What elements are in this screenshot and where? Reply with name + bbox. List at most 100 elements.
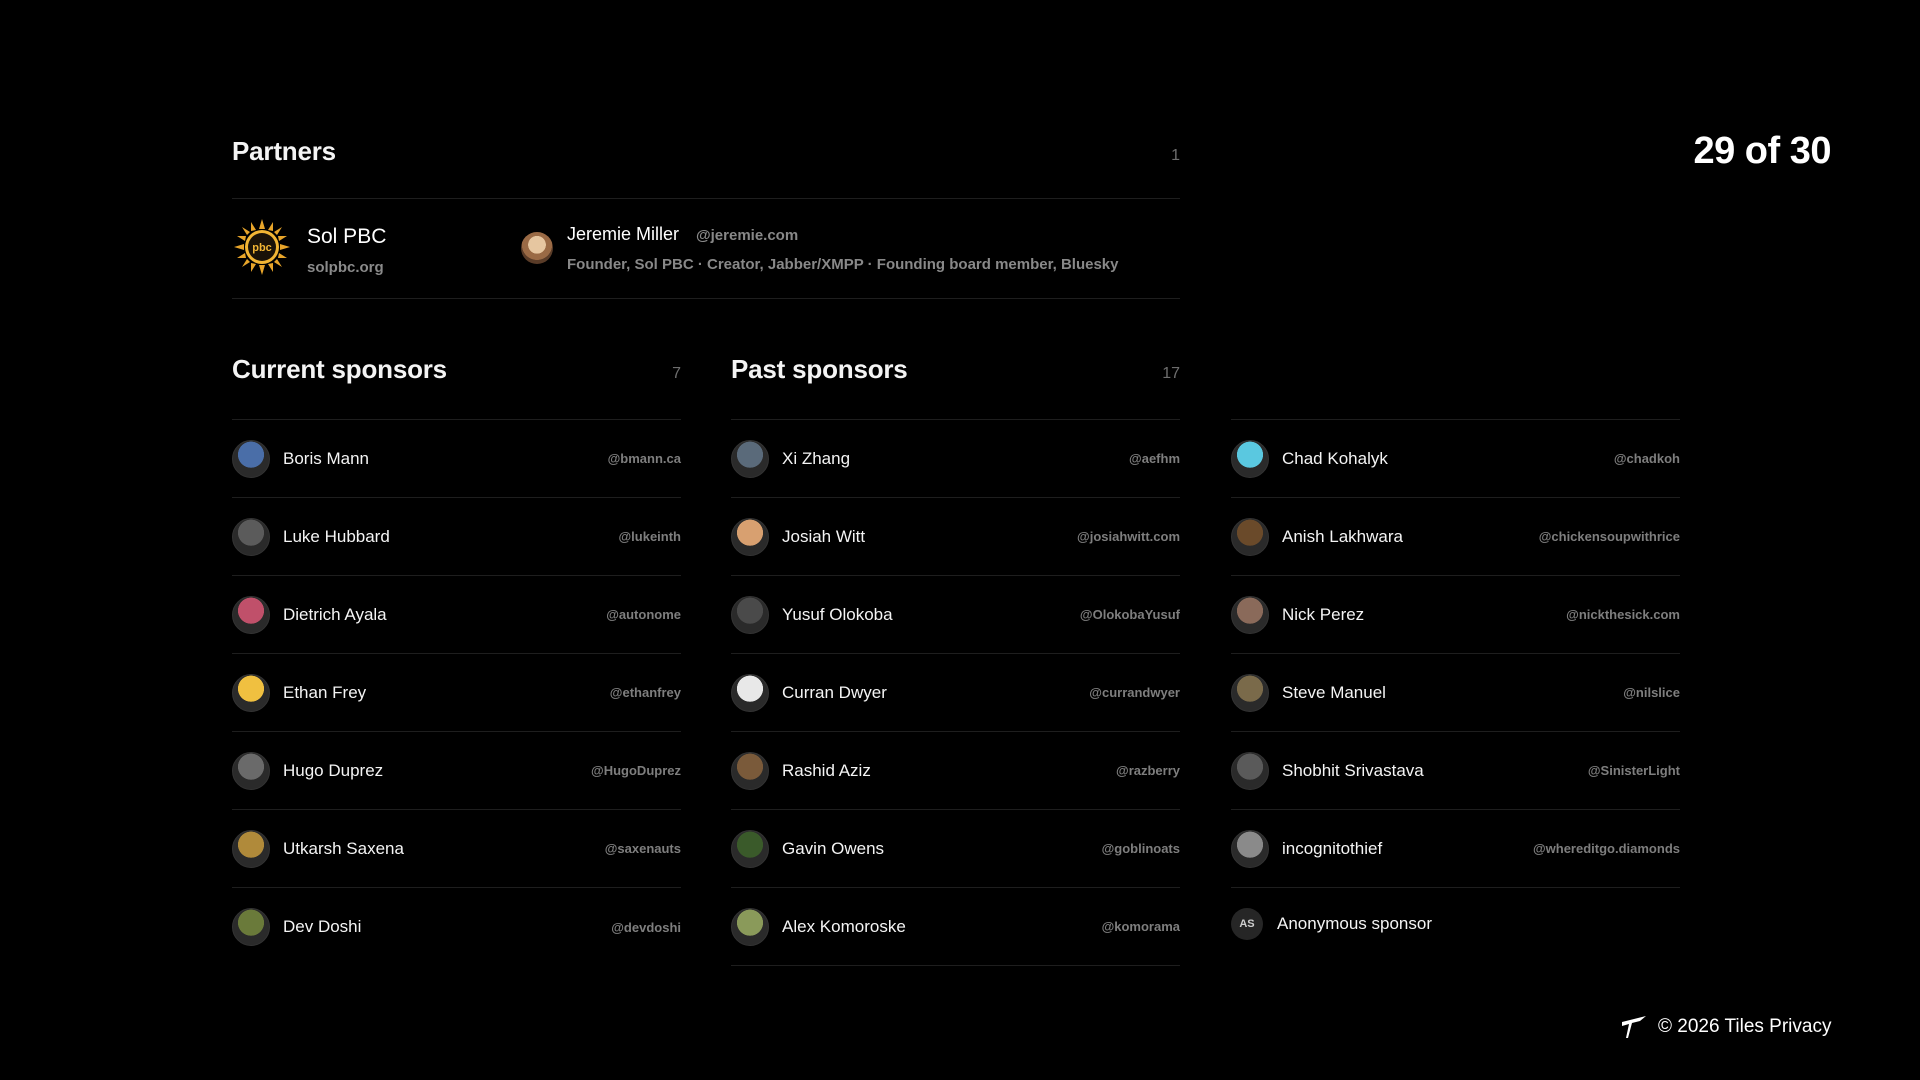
avatar: [731, 595, 769, 634]
avatar: [232, 751, 270, 790]
avatar: [731, 829, 769, 868]
sponsor-row[interactable]: Hugo Duprez @HugoDuprez: [232, 732, 681, 810]
sponsor-name: Boris Mann: [283, 448, 369, 468]
svg-text:pbc: pbc: [252, 242, 272, 254]
current-sponsors-list: Boris Mann @bmann.ca Luke Hubbard @lukeinth…: [232, 419, 681, 966]
sponsor-row[interactable]: Josiah Witt @josiahwitt.com: [731, 498, 1180, 576]
sponsor-handle[interactable]: @chickensoupwithrice: [1539, 529, 1680, 544]
sponsor-row[interactable]: incognitothief @whereditgo.diamonds: [1231, 810, 1680, 888]
sponsor-row[interactable]: Yusuf Olokoba @OlokobaYusuf: [731, 576, 1180, 654]
partner-person-name: Jeremie Miller: [567, 224, 680, 244]
sponsor-handle[interactable]: @komorama: [1102, 919, 1180, 934]
sponsor-handle[interactable]: @josiahwitt.com: [1077, 529, 1180, 544]
avatar: [1231, 595, 1269, 634]
sponsor-name: Anonymous sponsor: [1277, 914, 1432, 933]
avatar: [731, 673, 769, 712]
avatar-initials: AS: [1231, 908, 1263, 940]
sponsor-name: Utkarsh Saxena: [283, 838, 404, 858]
sol-pbc-logo-icon: pbc: [234, 219, 290, 275]
sponsor-name: Steve Manuel: [1282, 682, 1386, 702]
sponsor-name: incognitothief: [1282, 838, 1383, 858]
sponsor-name: Dev Doshi: [283, 917, 362, 936]
sponsor-row[interactable]: Steve Manuel @nilslice: [1231, 654, 1680, 732]
avatar: [1231, 517, 1269, 556]
sponsor-handle[interactable]: @devdoshi: [611, 920, 681, 935]
sponsor-name: Hugo Duprez: [283, 760, 384, 780]
sponsor-name: Shobhit Srivastava: [1282, 760, 1424, 780]
sponsor-row[interactable]: Luke Hubbard @lukeinth: [232, 498, 681, 576]
avatar: [1231, 439, 1269, 478]
sponsor-handle[interactable]: @bmann.ca: [608, 451, 681, 466]
page-counter: 29 of 30: [1693, 130, 1831, 172]
sponsor-row[interactable]: Boris Mann @bmann.ca: [232, 420, 681, 498]
sponsor-name: Ethan Frey: [283, 682, 367, 702]
copyright-text: © 2026 Tiles Privacy: [1658, 1016, 1832, 1037]
sponsor-row[interactable]: Nick Perez @nickthesick.com: [1231, 576, 1680, 654]
sponsor-handle[interactable]: @nickthesick.com: [1566, 607, 1680, 622]
partners-header: Partners 1: [232, 136, 1180, 167]
sponsor-name: Xi Zhang: [782, 448, 851, 468]
past-sponsors-list-b: Chad Kohalyk @chadkoh Anish Lakhwara @chick…: [1231, 419, 1680, 966]
past-sponsors-header: Past sponsors 17: [731, 354, 1180, 385]
sponsor-handle[interactable]: @ethanfrey: [610, 685, 681, 700]
current-sponsors-header: Current sponsors 7: [232, 354, 681, 385]
avatar: [232, 517, 270, 556]
sponsor-name: Luke Hubbard: [283, 526, 390, 546]
current-sponsors-title: Current sponsors: [232, 354, 447, 384]
sponsor-row[interactable]: Utkarsh Saxena @saxenauts: [232, 810, 681, 888]
sponsor-handle[interactable]: @nilslice: [1623, 685, 1680, 700]
sponsor-handle[interactable]: @OlokobaYusuf: [1080, 607, 1180, 622]
partner-org-name: Sol PBC: [307, 225, 387, 248]
sponsor-row[interactable]: Dietrich Ayala @autonome: [232, 576, 681, 654]
sponsor-name: Gavin Owens: [782, 838, 885, 858]
sponsor-row[interactable]: Chad Kohalyk @chadkoh: [1231, 420, 1680, 498]
sponsor-row[interactable]: Xi Zhang @aefhm: [731, 420, 1180, 498]
sponsor-handle[interactable]: @aefhm: [1129, 451, 1180, 466]
sponsor-name: Josiah Witt: [782, 526, 866, 546]
sponsor-handle[interactable]: @SinisterLight: [1588, 763, 1680, 778]
avatar: [1231, 751, 1269, 790]
sponsor-row[interactable]: Dev Doshi @devdoshi: [232, 888, 681, 966]
current-sponsors-count: 7: [672, 365, 681, 382]
sponsor-handle[interactable]: @razberry: [1116, 763, 1180, 778]
past-sponsors-title: Past sponsors: [731, 354, 908, 384]
sponsor-handle[interactable]: @saxenauts: [605, 841, 681, 856]
sponsor-name: Curran Dwyer: [782, 682, 887, 702]
avatar: [232, 595, 270, 634]
sponsor-row[interactable]: Ethan Frey @ethanfrey: [232, 654, 681, 732]
avatar: [232, 673, 270, 712]
partner-person-bio: Founder, Sol PBC · Creator, Jabber/XMPP …: [567, 256, 1119, 273]
sponsor-name: Nick Perez: [1282, 604, 1365, 624]
sponsor-handle[interactable]: @whereditgo.diamonds: [1533, 841, 1680, 856]
sponsor-row[interactable]: Rashid Aziz @razberry: [731, 732, 1180, 810]
sponsor-name: Dietrich Ayala: [283, 604, 387, 624]
sponsor-row[interactable]: Shobhit Srivastava @SinisterLight: [1231, 732, 1680, 810]
sponsor-handle[interactable]: @chadkoh: [1614, 451, 1680, 466]
sponsor-handle[interactable]: @lukeinth: [618, 529, 681, 544]
partners-count: 1: [1171, 147, 1180, 164]
avatar: [731, 517, 769, 556]
partners-title: Partners: [232, 136, 336, 166]
sponsor-row[interactable]: Gavin Owens @goblinoats: [731, 810, 1180, 888]
sponsor-row[interactable]: Alex Komoroske @komorama: [731, 888, 1180, 966]
sponsor-name: Yusuf Olokoba: [782, 604, 893, 624]
sponsor-name: Rashid Aziz: [782, 760, 871, 780]
past-sponsors-count: 17: [1162, 365, 1180, 382]
avatar: [232, 439, 270, 478]
sponsor-handle[interactable]: @currandwyer: [1089, 685, 1180, 700]
sponsor-row[interactable]: Curran Dwyer @currandwyer: [731, 654, 1180, 732]
sponsor-handle[interactable]: @goblinoats: [1102, 841, 1180, 856]
tiles-logo-icon: [1622, 1016, 1646, 1038]
avatar: [232, 908, 270, 946]
avatar: [1231, 673, 1269, 712]
partner-row[interactable]: pbc Sol PBC solpbc.org Jeremie Miller @j…: [232, 198, 1180, 299]
avatar: [731, 439, 769, 478]
partner-person-handle[interactable]: @jeremie.com: [696, 227, 798, 244]
sponsor-handle[interactable]: @autonome: [606, 607, 681, 622]
sponsor-name: Anish Lakhwara: [1282, 526, 1403, 546]
sponsor-name: Chad Kohalyk: [1282, 448, 1388, 468]
partner-org-link[interactable]: solpbc.org: [307, 259, 384, 276]
avatar: [731, 907, 769, 946]
sponsor-handle[interactable]: @HugoDuprez: [591, 763, 681, 778]
sponsor-row[interactable]: Anish Lakhwara @chickensoupwithrice: [1231, 498, 1680, 576]
